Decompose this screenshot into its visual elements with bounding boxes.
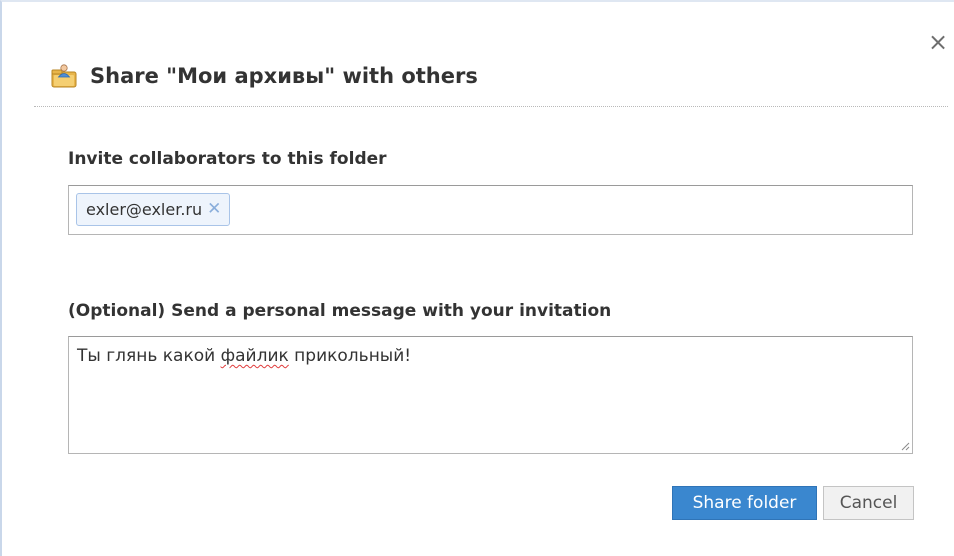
invite-label: Invite collaborators to this folder	[68, 149, 387, 169]
invite-collaborators-input[interactable]: exler@exler.ru ✕	[68, 185, 913, 235]
shared-folder-icon	[51, 64, 77, 88]
message-text-after: прикольный!	[288, 346, 412, 366]
message-text-before: Ты глянь какой	[77, 346, 221, 366]
collaborator-email: exler@exler.ru	[86, 200, 203, 219]
share-folder-dialog: × Share "Мои архивы" with others Invite …	[0, 0, 954, 556]
resize-grip-icon[interactable]	[900, 441, 910, 451]
header-divider	[34, 106, 948, 107]
personal-message-textarea[interactable]: Ты глянь какой файлик прикольный!	[68, 336, 913, 454]
cancel-button[interactable]: Cancel	[823, 486, 914, 520]
dialog-title: Share "Мои архивы" with others	[90, 64, 478, 88]
personal-message-label: (Optional) Send a personal message with …	[68, 301, 612, 321]
remove-chip-icon[interactable]: ✕	[207, 201, 221, 218]
share-folder-button[interactable]: Share folder	[672, 486, 817, 520]
misspelled-word: файлик	[220, 346, 289, 366]
collaborator-chip[interactable]: exler@exler.ru ✕	[76, 193, 231, 226]
close-icon[interactable]: ×	[926, 28, 950, 56]
dialog-header: Share "Мои архивы" with others	[50, 60, 478, 92]
